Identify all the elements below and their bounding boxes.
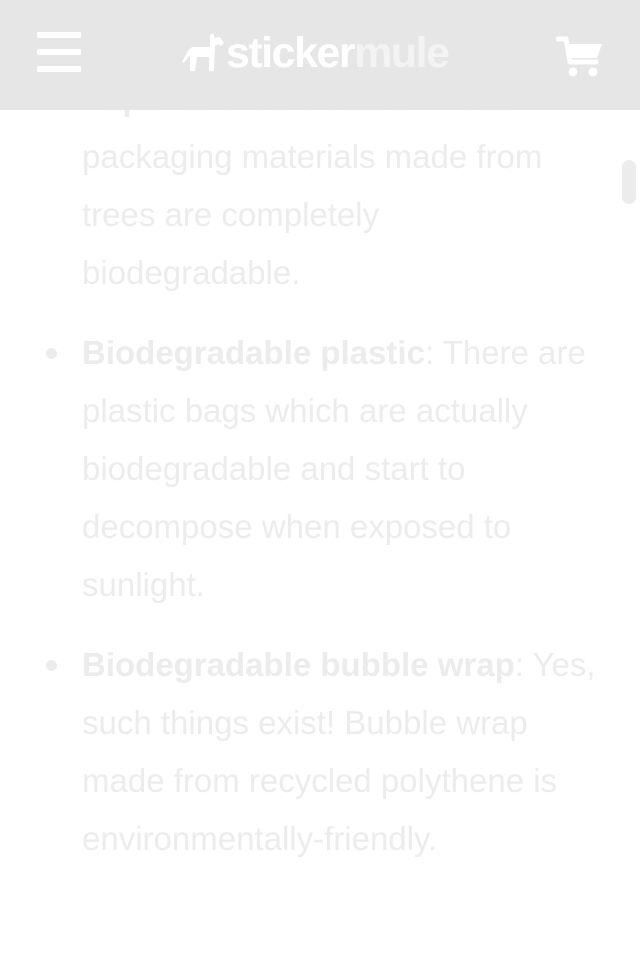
logo-text-mule: mule <box>354 29 450 77</box>
list-item-term: Biodegradable plastic <box>82 334 425 371</box>
article-content: Paper and cardboard: Trees packaging mat… <box>0 70 640 890</box>
logo-wordmark: stickermule <box>226 28 450 78</box>
list-item: Biodegradable plastic: There are plastic… <box>0 324 640 614</box>
page: Paper and cardboard: Trees packaging mat… <box>0 0 640 959</box>
packaging-list: Paper and cardboard: Trees packaging mat… <box>0 70 640 868</box>
list-item: Biodegradable bubble wrap: Yes, such thi… <box>0 636 640 868</box>
list-item-term: Biodegradable bubble wrap <box>82 646 515 683</box>
top-nav-bar: stickermule <box>0 0 640 110</box>
logo-text-sticker: sticker <box>226 29 356 77</box>
mule-icon <box>182 33 224 71</box>
stickermule-logo[interactable]: stickermule <box>180 28 450 78</box>
list-item-text: : There are plastic bags which are actua… <box>82 334 586 603</box>
bullet <box>46 348 57 359</box>
shopping-cart-icon[interactable] <box>555 36 604 78</box>
hamburger-menu-icon[interactable] <box>37 32 81 74</box>
scrollbar-thumb[interactable] <box>622 160 636 204</box>
bullet <box>46 660 57 671</box>
